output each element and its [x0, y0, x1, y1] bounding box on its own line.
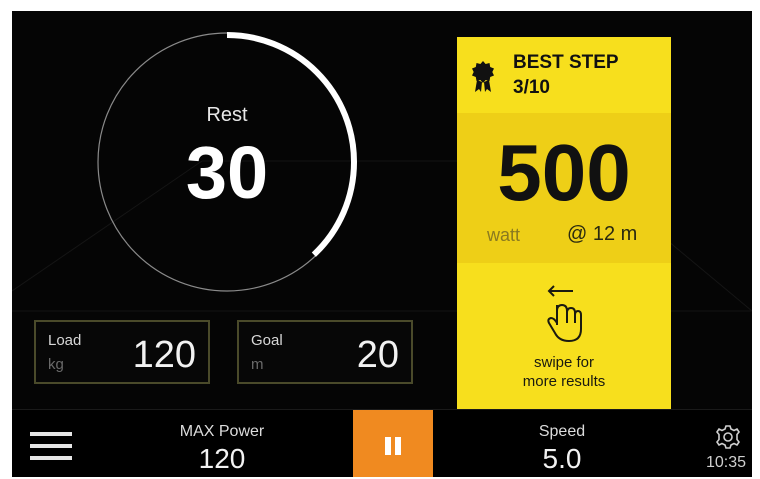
best-power-value: 500 [497, 128, 631, 217]
rest-label: Rest [206, 104, 248, 126]
speed-value: 5.0 [542, 443, 582, 474]
best-step-header: BEST STEP 3/10 [457, 37, 671, 113]
rest-countdown-value: 30 [185, 131, 269, 214]
app-screen: Rest 30 Load kg 120 Goal m 20 BEST STEP … [12, 11, 752, 477]
menu-button[interactable] [30, 428, 72, 464]
swipe-hint-line-1: swipe for [533, 354, 595, 371]
award-badge-icon [472, 61, 494, 92]
load-box[interactable]: Load kg 120 [34, 320, 210, 384]
goal-value: 20 [356, 334, 399, 376]
swipe-hint-line-2: more results [522, 373, 606, 390]
swipe-hand-icon [547, 285, 582, 342]
speed-label: Speed [538, 423, 586, 440]
max-power-label: MAX Power [179, 423, 265, 440]
clock: 10:35 [705, 454, 747, 471]
max-power-value: 120 [198, 443, 246, 474]
load-value: 120 [132, 334, 196, 376]
best-step-card[interactable]: BEST STEP 3/10 500 watt @ 12 m swipe for… [457, 37, 671, 409]
best-step-result: 500 watt @ 12 m [457, 113, 671, 263]
pause-button[interactable] [353, 410, 433, 477]
best-power-unit: watt [487, 225, 521, 245]
goal-unit: m [251, 356, 264, 373]
best-step-number: 3/10 [513, 77, 550, 98]
best-distance: @ 12 m [567, 223, 638, 245]
gear-icon [716, 425, 740, 449]
load-label: Load [48, 332, 82, 349]
swipe-hint: swipe for more results [457, 353, 671, 391]
goal-label: Goal [251, 332, 283, 349]
goal-box[interactable]: Goal m 20 [237, 320, 413, 384]
bottom-bar: MAX Power 120 Speed 5.0 10:35 [12, 409, 752, 477]
best-step-title: BEST STEP [513, 52, 619, 73]
load-unit: kg [48, 356, 64, 373]
